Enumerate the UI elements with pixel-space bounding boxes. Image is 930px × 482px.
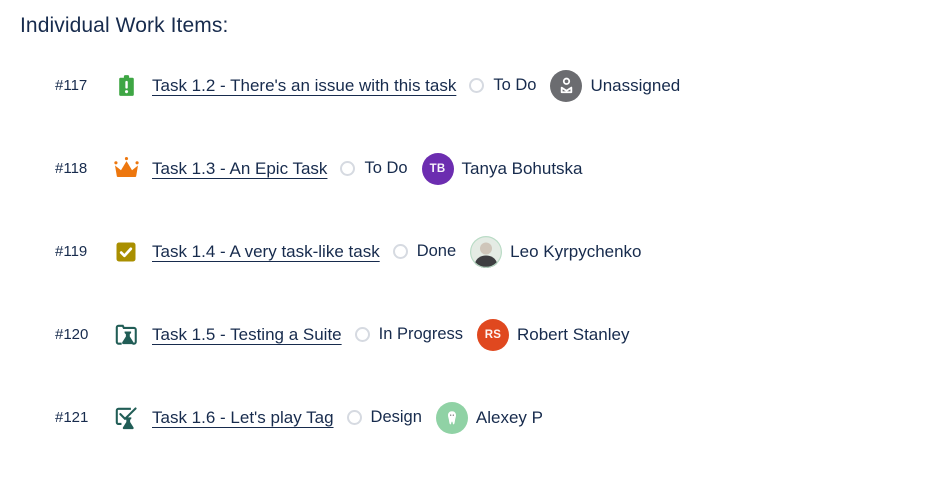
status-circle-icon [355,327,370,342]
work-item-link[interactable]: Task 1.3 - An Epic Task [152,159,327,179]
status-badge: Design [347,408,422,427]
work-item-row: #117 Task 1.2 - There's an issue with th… [20,44,930,127]
work-item-id: #119 [55,243,112,260]
assignee[interactable]: TB Tanya Bohutska [422,153,583,185]
assignee-name: Tanya Bohutska [462,159,583,179]
page: Individual Work Items: #117 Task 1.2 - T… [0,0,930,459]
work-item-list: #117 Task 1.2 - There's an issue with th… [20,44,930,459]
work-item-id: #117 [55,77,112,94]
avatar-initials: RS [485,329,502,341]
assignee[interactable]: Leo Kyrpychenko [470,236,641,268]
assignee[interactable]: Unassigned [550,70,680,102]
avatar-initials: TB [430,163,446,175]
work-item-link[interactable]: Task 1.2 - There's an issue with this ta… [152,76,456,96]
avatar: TB [422,153,454,185]
assignee-name: Leo Kyrpychenko [510,242,641,262]
tooth-icon [442,408,462,428]
status-label: To Do [493,76,536,95]
work-item-id: #121 [55,409,112,426]
work-item-id: #118 [55,160,112,177]
epic-icon [112,155,140,183]
avatar [470,236,502,268]
assignee[interactable]: RS Robert Stanley [477,319,629,351]
page-title: Individual Work Items: [20,14,930,38]
task-icon [112,238,140,266]
test-suite-icon [112,321,140,349]
work-item-row: #121 Task 1.6 - Let's play Tag Design Al… [20,376,930,459]
issue-icon [112,72,140,100]
avatar: RS [477,319,509,351]
work-item-row: #119 Task 1.4 - A very task-like task Do… [20,210,930,293]
status-circle-icon [347,410,362,425]
work-item-id: #120 [55,326,112,343]
status-label: In Progress [379,325,463,344]
status-label: To Do [364,159,407,178]
avatar [436,402,468,434]
status-badge: To Do [469,76,536,95]
work-item-row: #118 Task 1.3 - An Epic Task To Do TB Ta… [20,127,930,210]
status-circle-icon [469,78,484,93]
status-circle-icon [340,161,355,176]
status-label: Design [371,408,422,427]
status-badge: To Do [340,159,407,178]
test-case-icon [112,404,140,432]
status-badge: In Progress [355,325,463,344]
status-label: Done [417,242,456,261]
profile-photo [470,236,502,268]
status-circle-icon [393,244,408,259]
work-item-row: #120 Task 1.5 - Testing a Suite In Progr… [20,293,930,376]
status-badge: Done [393,242,456,261]
work-item-link[interactable]: Task 1.6 - Let's play Tag [152,408,334,428]
work-item-link[interactable]: Task 1.5 - Testing a Suite [152,325,342,345]
assignee-name: Alexey P [476,408,543,428]
assignee-name: Unassigned [590,76,680,96]
person-icon [556,75,577,96]
assignee[interactable]: Alexey P [436,402,543,434]
avatar [550,70,582,102]
work-item-link[interactable]: Task 1.4 - A very task-like task [152,242,380,262]
assignee-name: Robert Stanley [517,325,629,345]
